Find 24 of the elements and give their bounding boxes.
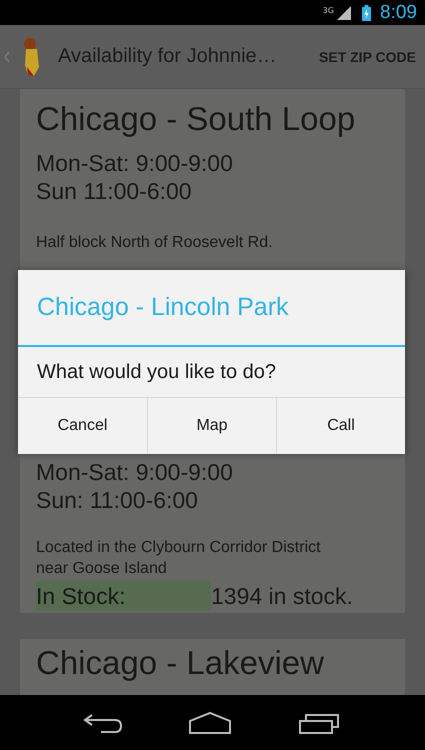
dialog-button[interactable]: Map (147, 398, 276, 454)
store-card[interactable]: Chicago - Lakeview (20, 639, 405, 695)
set-zip-code-button[interactable]: SET ZIP CODE (319, 44, 416, 68)
stock-label: In Stock: (36, 581, 211, 611)
store-hours: Sun 11:00-6:00 (36, 177, 193, 205)
store-name: Chicago - South Loop (36, 99, 356, 139)
dialog-title: Chicago - Lincoln Park (18, 270, 405, 347)
stock-count: 1394 in stock. (211, 582, 353, 610)
store-hours: Mon-Sat: 9:00-9:00 (36, 149, 234, 177)
bottle-icon[interactable] (22, 36, 42, 76)
store-hours: Sun: 11:00-6:00 (36, 486, 199, 514)
signal-icon (337, 6, 352, 20)
screen-title: Availability for Johnnie… (58, 45, 277, 68)
store-name: Chicago - Lakeview (36, 643, 325, 683)
store-address: Half block North of Roosevelt Rd. (36, 233, 274, 253)
network-label: 3G (322, 6, 334, 15)
dialog-button[interactable]: Cancel (18, 398, 147, 454)
dialog-button[interactable]: Call (276, 398, 405, 454)
store-address: Located in the Clybourn Corridor District near Goose Island (36, 538, 322, 579)
store-hours: Mon-Sat: 9:00-9:00 (36, 458, 234, 486)
clock: 8:09 (380, 2, 417, 24)
dialog-message: What would you like to do? (36, 360, 278, 385)
home-icon[interactable] (188, 710, 232, 734)
battery-icon (362, 4, 372, 20)
